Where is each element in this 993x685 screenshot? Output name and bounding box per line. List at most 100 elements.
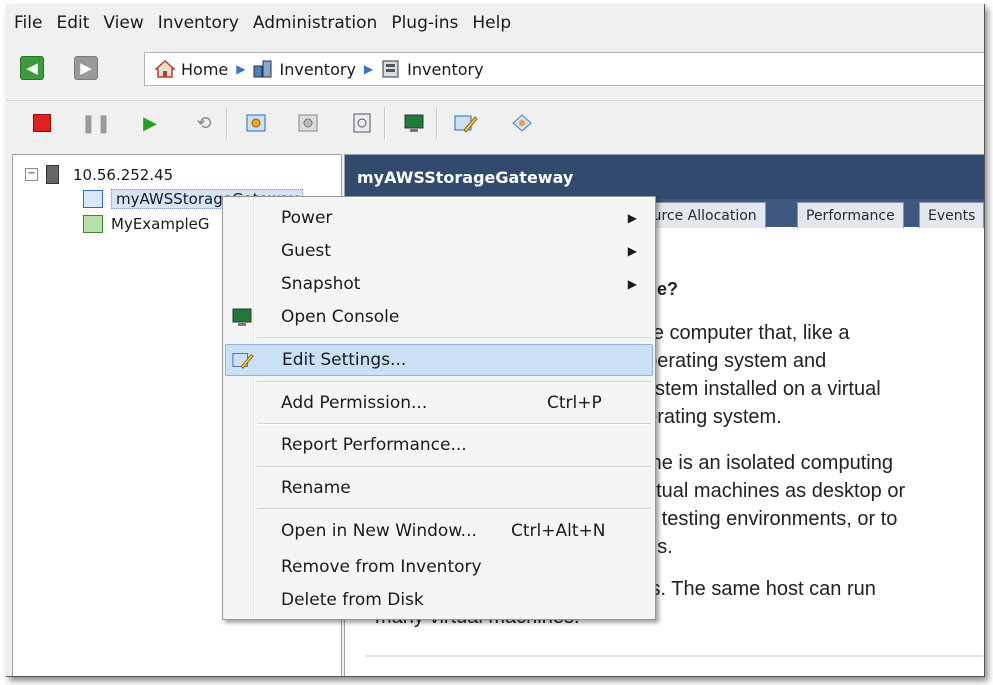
breadcrumb: Home ▶ Inventory ▶ Inventory [144,52,984,86]
menu-item-remove-from-inventory[interactable]: Remove from Inventory [225,552,653,582]
stop-icon [33,114,51,132]
navigation-bar: ◀ ▶ Home ▶ Inventory ▶ Inventory [6,50,984,90]
breadcrumb-separator-icon: ▶ [236,62,246,76]
toolbar-separator [226,107,228,139]
suspend-button[interactable]: ❚❚ [80,111,112,135]
forward-button[interactable]: ▶ [74,56,98,80]
menu-item-label: Power [281,208,333,228]
shortcut-label: Ctrl+P [547,393,602,413]
console-button[interactable] [402,111,426,135]
menu-item-edit-settings[interactable]: Edit Settings... [225,344,653,376]
pause-icon: ❚❚ [80,112,112,134]
breadcrumb-inventory-1[interactable]: Inventory [279,60,355,79]
migrate-button[interactable] [510,111,534,135]
menu-item-report-performance[interactable]: Report Performance... [225,430,653,460]
toolbar-separator [436,107,438,139]
vms-inventory-icon [382,60,399,78]
tree-item-host[interactable]: − 10.56.252.45 [25,165,173,184]
menu-item-power[interactable]: Power ▶ [225,203,653,233]
menu-item-add-permission[interactable]: Add Permission... Ctrl+P [225,388,653,418]
menu-item-label: Rename [281,478,351,498]
snapshot-manager-button[interactable] [350,111,374,135]
snapshot-manager-icon [353,113,371,133]
toolbar: ❚❚ ▶ ⟲ [6,100,984,145]
tree-item-vm[interactable]: MyExampleG [83,215,210,233]
breadcrumb-inventory-2[interactable]: Inventory [407,60,483,79]
divider [365,655,983,657]
vsphere-client-window: File Edit View Inventory Administration … [6,4,985,677]
power-on-button[interactable]: ▶ [138,111,162,135]
menu-separator [257,466,651,468]
body-line: operating system and [635,350,827,372]
vm-label: MyExampleG [111,215,210,233]
menu-separator [257,381,651,383]
menu-item-label: Edit Settings... [282,350,407,370]
menu-edit[interactable]: Edit [56,13,89,33]
menu-item-label: Snapshot [281,274,361,294]
menu-bar: File Edit View Inventory Administration … [6,4,984,42]
menu-item-label: Open in New Window... [281,521,477,541]
revert-snapshot-icon [298,114,318,132]
tab-performance[interactable]: Performance [797,202,904,228]
section-heading: e? [657,279,679,299]
menu-item-guest[interactable]: Guest ▶ [225,236,653,266]
toolbar-separator [384,107,386,139]
menu-item-open-in-new-window[interactable]: Open in New Window... Ctrl+Alt+N [225,516,653,546]
revert-snapshot-button[interactable] [296,111,320,135]
body-line: sts. The same host can run [635,578,876,600]
submenu-arrow-icon: ▶ [627,277,637,291]
menu-item-delete-from-disk[interactable]: Delete from Disk [225,585,653,615]
menu-file[interactable]: File [14,13,42,33]
menu-inventory[interactable]: Inventory [158,13,239,33]
breadcrumb-home[interactable]: Home [181,60,228,79]
collapse-icon[interactable]: − [25,168,38,181]
body-line: ons. [635,533,973,561]
snapshot-icon [246,114,266,132]
snapshot-button[interactable] [244,111,268,135]
body-line: as testing environments, or to [635,508,898,530]
menu-help[interactable]: Help [472,13,511,33]
menu-separator [257,508,651,510]
console-icon [404,114,424,132]
home-icon [155,60,175,78]
body-line: system installed on a virtual [635,378,881,400]
hosts-inventory-icon [253,60,272,78]
submenu-arrow-icon: ▶ [627,211,637,225]
body-line: perating system. [635,406,782,428]
console-icon [232,308,252,326]
breadcrumb-separator-icon: ▶ [363,62,374,76]
reset-icon: ⟲ [196,112,212,134]
menu-item-open-console[interactable]: Open Console [225,302,653,332]
menu-item-label: Add Permission... [281,393,428,413]
menu-item-label: Guest [281,241,331,261]
context-menu: Power ▶ Guest ▶ Snapshot ▶ Open Console … [222,196,656,620]
shortcut-label: Ctrl+Alt+N [511,521,606,541]
vm-powered-on-icon [83,215,103,233]
edit-settings-button[interactable] [454,111,478,135]
menu-administration[interactable]: Administration [253,13,377,33]
power-off-button[interactable] [30,111,54,135]
menu-item-snapshot[interactable]: Snapshot ▶ [225,269,653,299]
menu-item-label: Delete from Disk [281,590,424,610]
menu-item-rename[interactable]: Rename [225,473,653,503]
play-icon: ▶ [143,112,157,134]
back-arrow-icon: ◀ [26,59,38,77]
menu-plugins[interactable]: Plug-ins [391,13,458,33]
body-line: hine is an isolated computing [635,452,893,474]
reset-button[interactable]: ⟲ [192,111,216,135]
submenu-arrow-icon: ▶ [627,244,637,258]
edit-settings-icon [232,353,254,369]
menu-item-label: Remove from Inventory [281,557,482,577]
body-line: are computer that, like a [635,322,850,344]
edit-settings-icon [454,115,478,133]
vm-icon [83,190,103,208]
menu-separator [257,337,651,339]
back-button[interactable]: ◀ [20,56,44,80]
body-line: virtual machines as desktop or [635,480,906,502]
panel-title: myAWSStorageGateway [345,155,984,199]
host-icon [46,165,59,184]
menu-view[interactable]: View [103,13,143,33]
host-label: 10.56.252.45 [73,165,174,184]
menu-separator [257,423,651,425]
tab-events[interactable]: Events [919,202,984,228]
